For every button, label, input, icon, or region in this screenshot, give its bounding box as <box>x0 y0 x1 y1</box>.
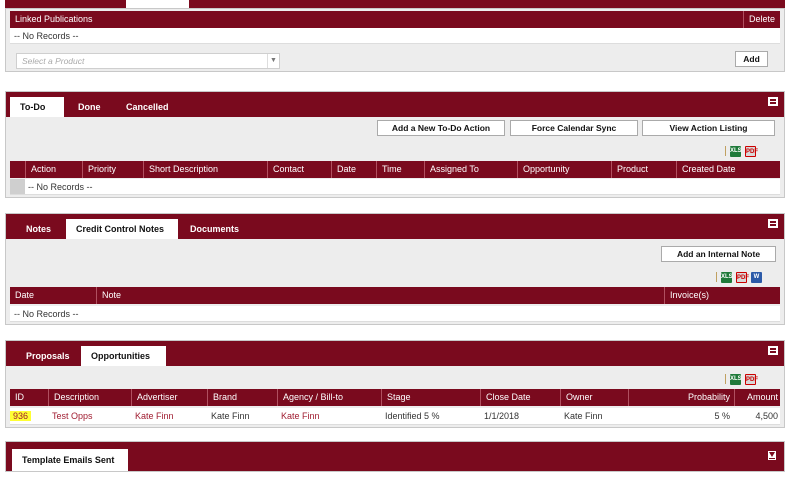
empty-text: -- No Records -- <box>28 182 93 192</box>
col-probability: Probability <box>628 389 734 406</box>
opportunity-description-link[interactable]: Test Opps <box>48 408 131 425</box>
col-short-description: Short Description <box>143 161 267 178</box>
col-select <box>10 161 25 178</box>
product-select-placeholder: Select a Product <box>22 56 85 66</box>
separator <box>716 272 717 282</box>
collapse-icon[interactable] <box>768 97 778 106</box>
tab-notes[interactable]: Notes <box>16 219 61 239</box>
excel-icon[interactable]: XLS <box>730 373 742 385</box>
col-date: Date <box>15 290 35 300</box>
opportunities-panel: Proposals Opportunities XLS PDF ID Descr… <box>5 340 785 428</box>
tab-opportunities[interactable]: Opportunities <box>81 346 166 366</box>
collapse-icon[interactable] <box>768 219 778 228</box>
tab-proposals[interactable]: Proposals <box>16 346 80 366</box>
separator <box>725 374 726 384</box>
col-contact: Contact <box>267 161 331 178</box>
cell-owner: Kate Finn <box>564 411 603 421</box>
cell-close-date: 1/1/2018 <box>484 411 520 421</box>
todo-tabbar: To-Do Done Cancelled <box>6 92 784 117</box>
opps-table-header: ID Description Advertiser Brand Agency /… <box>10 389 780 406</box>
tab-credit-control-notes[interactable]: Credit Control Notes <box>66 219 178 239</box>
agency-link[interactable]: Kate Finn <box>277 408 381 425</box>
col-advertiser: Advertiser <box>131 389 207 406</box>
view-action-listing-button[interactable]: View Action Listing <box>642 120 775 136</box>
notes-tabbar: Notes Credit Control Notes Documents <box>6 214 784 239</box>
emails-tabbar: Template Emails Sent <box>6 442 784 471</box>
col-brand: Brand <box>207 389 277 406</box>
add-todo-action-button[interactable]: Add a New To-Do Action <box>377 120 505 136</box>
export-icons: XLS PDF W <box>716 271 762 283</box>
col-time: Time <box>376 161 424 178</box>
col-owner: Owner <box>560 389 628 406</box>
tab-todo[interactable]: To-Do <box>10 97 64 117</box>
empty-row: -- No Records -- <box>10 306 780 322</box>
col-date: Date <box>331 161 376 178</box>
export-icons: XLS PDF <box>725 145 758 157</box>
opportunity-id-link[interactable]: 936 <box>10 411 32 421</box>
tab-done[interactable]: Done <box>68 97 111 117</box>
col-invoices: Invoice(s) <box>664 287 782 304</box>
notes-panel: Notes Credit Control Notes Documents Add… <box>5 213 785 325</box>
table-row[interactable]: 936 Test Opps Kate Finn Kate Finn Kate F… <box>10 408 780 425</box>
col-product: Product <box>611 161 676 178</box>
notes-table-header: Date Note Invoice(s) <box>10 287 780 304</box>
tab-products[interactable] <box>126 0 189 8</box>
excel-icon[interactable]: XLS <box>730 145 742 157</box>
col-close-date: Close Date <box>480 389 560 406</box>
template-emails-panel: Template Emails Sent <box>5 441 785 472</box>
todo-table-header: Action Priority Short Description Contac… <box>10 161 780 178</box>
tab-template-emails-sent[interactable]: Template Emails Sent <box>12 449 128 471</box>
col-stage: Stage <box>381 389 480 406</box>
empty-row: -- No Records -- <box>10 179 780 195</box>
tab-documents[interactable]: Documents <box>180 219 249 239</box>
word-icon[interactable]: W <box>751 271 762 283</box>
col-created-date: Created Date <box>676 161 782 178</box>
pdf-icon[interactable]: PDF <box>745 145 758 157</box>
col-action: Action <box>25 161 82 178</box>
empty-row: -- No Records -- <box>10 28 780 44</box>
pdf-icon[interactable]: PDF <box>736 271 749 283</box>
col-delete: Delete <box>743 11 781 28</box>
col-linked-publications: Linked Publications <box>15 14 93 24</box>
col-assigned-to: Assigned To <box>424 161 517 178</box>
linked-publications-panel: Linked Publications Delete -- No Records… <box>5 8 785 72</box>
add-internal-note-button[interactable]: Add an Internal Note <box>661 246 776 262</box>
cell-brand: Kate Finn <box>211 411 250 421</box>
separator <box>725 146 726 156</box>
col-note: Note <box>96 287 664 304</box>
excel-icon[interactable]: XLS <box>721 271 733 283</box>
opps-tabbar: Proposals Opportunities <box>6 341 784 366</box>
cell-id: 936 <box>10 408 48 425</box>
export-icons: XLS PDF <box>725 373 758 385</box>
tab-cancelled[interactable]: Cancelled <box>116 97 179 117</box>
publications-table-header: Linked Publications Delete <box>10 11 780 28</box>
force-calendar-sync-button[interactable]: Force Calendar Sync <box>510 120 638 136</box>
cell-probability: 5 % <box>714 411 730 421</box>
row-selector <box>10 179 25 194</box>
advertiser-link[interactable]: Kate Finn <box>131 408 207 425</box>
collapse-icon[interactable] <box>768 346 778 355</box>
col-priority: Priority <box>82 161 143 178</box>
add-product-button[interactable]: Add <box>735 51 768 67</box>
chevron-down-icon[interactable]: ▼ <box>267 54 279 68</box>
cell-amount: 4,500 <box>755 411 778 421</box>
expand-icon[interactable] <box>768 451 776 460</box>
col-description: Description <box>48 389 131 406</box>
col-agency: Agency / Bill-to <box>277 389 381 406</box>
col-id: ID <box>15 392 24 402</box>
col-amount: Amount <box>734 389 782 406</box>
col-opportunity: Opportunity <box>517 161 611 178</box>
pdf-icon[interactable]: PDF <box>745 373 758 385</box>
top-tab-strip <box>5 0 785 8</box>
product-select[interactable]: Select a Product ▼ <box>16 53 280 69</box>
todo-panel: To-Do Done Cancelled Add a New To-Do Act… <box>5 91 785 198</box>
cell-stage: Identified 5 % <box>385 411 440 421</box>
